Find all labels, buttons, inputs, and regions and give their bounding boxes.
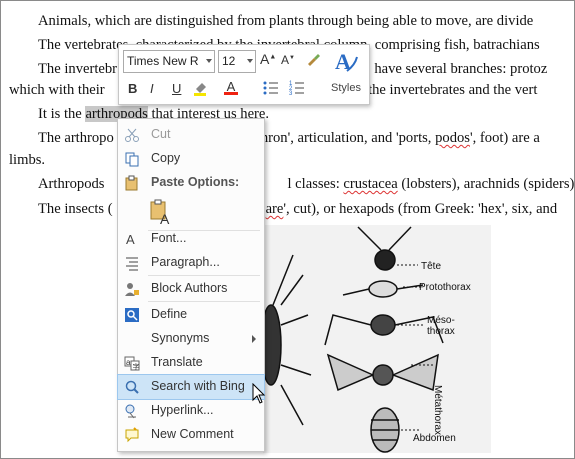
font-icon: A	[126, 232, 135, 247]
svg-text:a: a	[126, 358, 131, 367]
font-name-box[interactable]: Times New Roi	[123, 50, 215, 73]
clipboard-icon	[125, 175, 138, 191]
paragraph-icon	[126, 257, 138, 271]
brush-icon	[308, 54, 320, 66]
svg-text:3: 3	[289, 91, 293, 95]
doc-line-7: limbs.	[9, 152, 46, 168]
menu-item-new-comment[interactable]: New Comment	[118, 423, 264, 447]
font-size-box[interactable]: 12	[218, 50, 256, 73]
numbering-icon: 123	[289, 81, 304, 97]
svg-text:字: 字	[133, 362, 140, 371]
label-protothorax: Protothorax	[419, 282, 471, 293]
label-metathorax: Métathorax	[432, 385, 443, 436]
new-comment-icon	[125, 427, 139, 443]
hyperlink-icon	[125, 404, 136, 419]
context-menu: Cut Copy Paste Options: A A Font... Para…	[117, 118, 265, 452]
styles-label: Styles	[331, 82, 361, 94]
grow-font-button[interactable]: A▲	[260, 51, 276, 67]
highlighter-icon	[194, 83, 206, 96]
menu-item-block-authors[interactable]: Block Authors	[118, 277, 264, 301]
bold-button[interactable]: B	[128, 81, 137, 96]
label-abdomen: Abdomen	[413, 433, 456, 444]
font-color-button[interactable]: A	[224, 79, 238, 95]
block-authors-icon	[125, 283, 139, 296]
label-tete: Tête	[421, 261, 442, 272]
insect-figure: Tête Protothorax Méso- thorax Métathorax…	[260, 225, 491, 453]
menu-item-search-with-bing[interactable]: Search with Bing	[117, 374, 265, 400]
menu-item-translate[interactable]: a字 Translate	[118, 351, 264, 375]
doc-line-6: The arthropo thron', articulation, and 'p…	[38, 130, 540, 146]
menu-item-synonyms[interactable]: Synonyms	[118, 327, 264, 351]
paste-keep-text-only-button[interactable]: A	[118, 197, 264, 227]
mouse-cursor-icon	[252, 383, 266, 404]
highlight-button[interactable]	[192, 79, 214, 100]
doc-line-1: Animals, which are distinguished from pl…	[38, 13, 534, 29]
submenu-arrow-icon	[252, 335, 256, 343]
document-canvas[interactable]: Animals, which are distinguished from pl…	[0, 0, 575, 459]
mini-toolbar: Times New Roi 12 A▲ A▼ A B I U A 123	[118, 44, 370, 105]
menu-item-copy[interactable]: Copy	[118, 147, 264, 171]
menu-item-font[interactable]: A Font...	[118, 227, 264, 251]
format-painter-button[interactable]	[305, 51, 321, 70]
paste-text-only-icon: A	[150, 199, 170, 225]
menu-item-paste-options: Paste Options:	[118, 171, 264, 195]
scissors-icon	[125, 128, 139, 142]
styles-button[interactable]: A	[333, 47, 359, 80]
doc-line-9: The insects (are', cut), or hexapods (fr…	[38, 201, 558, 217]
underline-button[interactable]: U	[172, 81, 181, 96]
menu-item-hyperlink[interactable]: Hyperlink...	[118, 399, 264, 423]
define-icon	[125, 308, 139, 322]
svg-text:A: A	[160, 211, 170, 225]
styles-icon: A	[335, 49, 358, 74]
chevron-down-icon	[206, 59, 212, 63]
bullets-button[interactable]	[263, 79, 279, 98]
label-mesothorax: Méso- thorax	[427, 315, 455, 337]
search-icon	[125, 380, 139, 394]
translate-icon: a字	[124, 356, 140, 371]
bullets-icon	[263, 81, 278, 95]
menu-item-paragraph[interactable]: Paragraph...	[118, 251, 264, 275]
chevron-down-icon	[247, 59, 253, 63]
italic-button[interactable]: I	[150, 81, 154, 96]
shrink-font-button[interactable]: A▼	[281, 53, 295, 67]
numbering-button[interactable]: 123	[289, 79, 305, 98]
copy-icon	[125, 152, 139, 167]
svg-text:A: A	[126, 232, 135, 247]
insect-diagram	[260, 226, 444, 453]
menu-item-cut[interactable]: Cut	[118, 123, 264, 147]
menu-item-define[interactable]: Define	[118, 303, 264, 327]
